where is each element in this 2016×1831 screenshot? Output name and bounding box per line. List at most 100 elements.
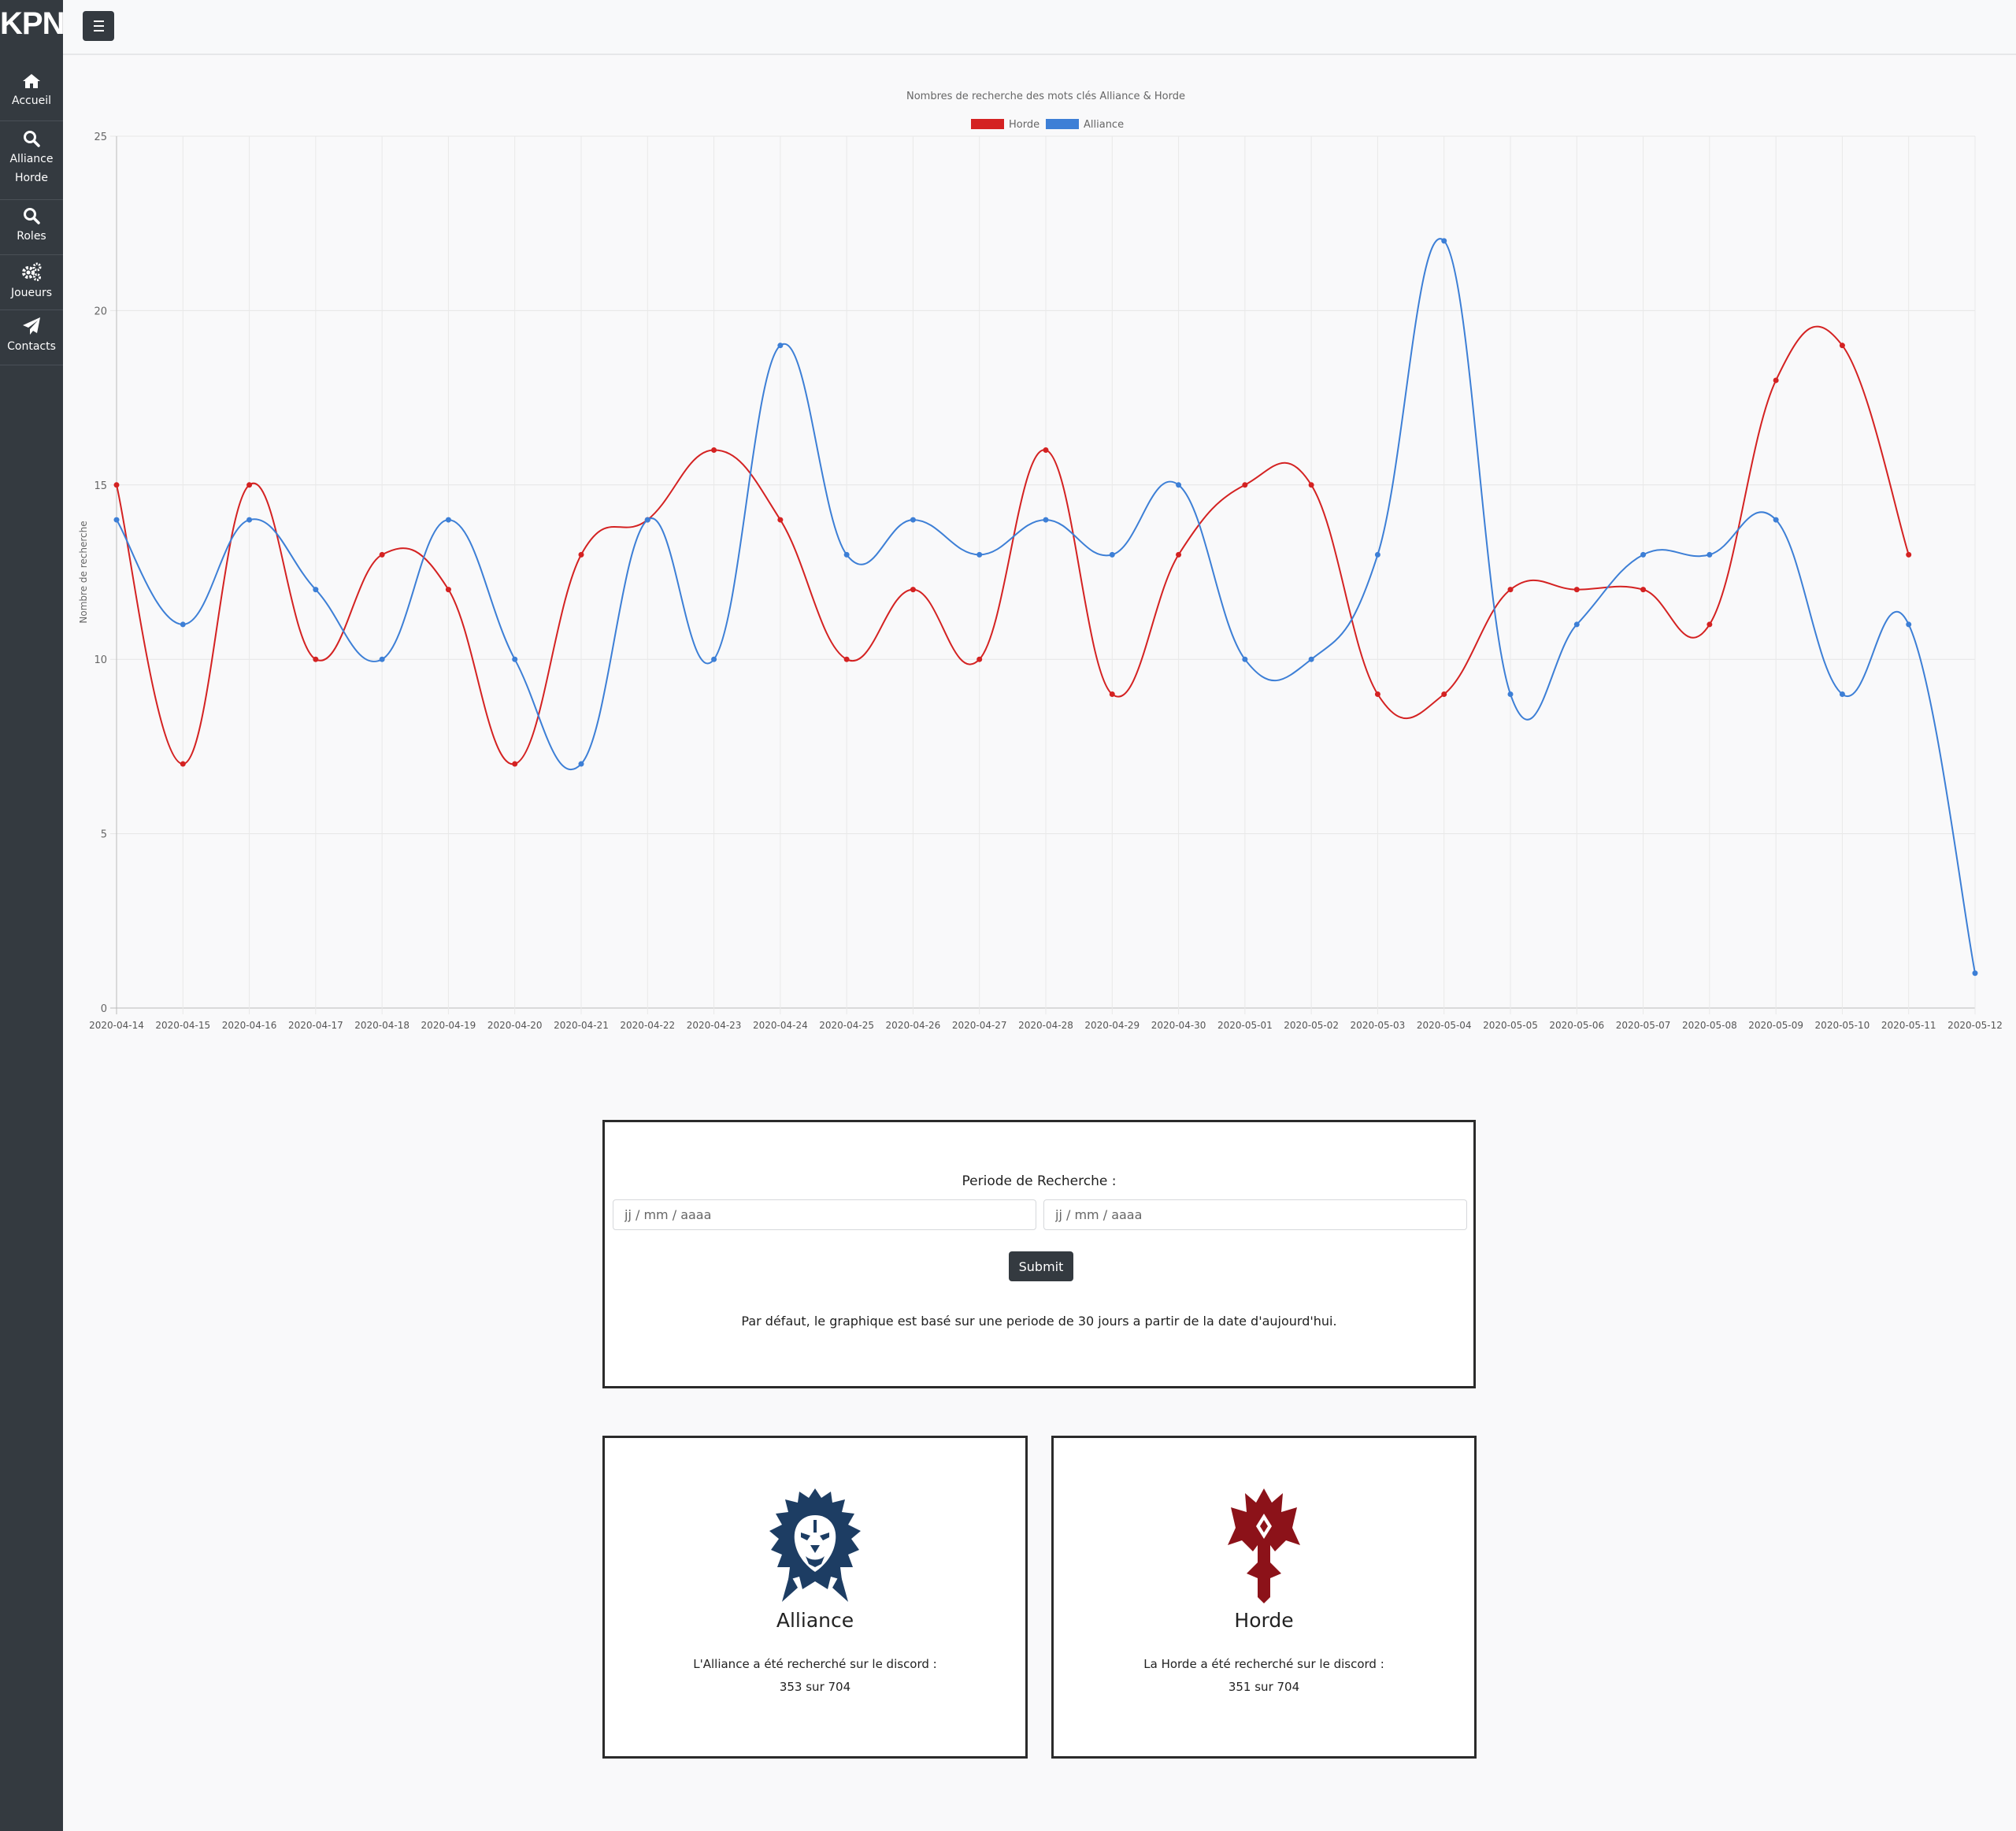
data-point-alliance — [843, 551, 850, 558]
search-icon — [24, 208, 40, 224]
submit-button[interactable]: Submit — [1009, 1251, 1073, 1281]
y-tick-label: 25 — [94, 132, 107, 143]
topbar — [63, 0, 2016, 55]
sidebar-item-joueurs[interactable]: Joueurs — [0, 261, 63, 310]
data-point-alliance — [246, 517, 253, 523]
x-tick-label: 2020-04-20 — [487, 1020, 543, 1031]
data-point-alliance — [976, 551, 983, 558]
x-tick-label: 2020-04-15 — [155, 1020, 210, 1031]
alliance-card: Alliance L'Alliance a été recherché sur … — [602, 1436, 1028, 1759]
search-chart: Nombres de recherche des mots clés Allia… — [78, 91, 2003, 1031]
sidebar-item-label: Accueil — [12, 95, 51, 107]
x-tick-label: 2020-04-16 — [222, 1020, 277, 1031]
data-point-alliance — [1773, 517, 1779, 523]
data-point-alliance — [777, 343, 784, 349]
data-point-alliance — [1441, 238, 1447, 244]
data-point-horde — [1839, 343, 1845, 349]
data-point-alliance — [180, 621, 186, 628]
x-tick-label: 2020-05-05 — [1483, 1020, 1538, 1031]
data-point-alliance — [1640, 551, 1647, 558]
sidebar-item-accueil[interactable]: Accueil — [0, 72, 63, 121]
x-tick-label: 2020-04-22 — [620, 1020, 675, 1031]
home-icon — [23, 74, 40, 88]
data-point-alliance — [1507, 691, 1514, 697]
data-point-alliance — [113, 517, 120, 523]
legend-swatch-alliance — [1046, 119, 1079, 129]
data-point-horde — [843, 656, 850, 662]
data-point-alliance — [1906, 621, 1912, 628]
data-point-horde — [180, 761, 186, 767]
period-label: Periode de Recherche : — [962, 1173, 1117, 1189]
data-point-horde — [1640, 587, 1647, 593]
data-point-horde — [512, 761, 518, 767]
data-point-alliance — [445, 517, 451, 523]
data-point-horde — [1441, 691, 1447, 697]
x-tick-label: 2020-04-26 — [886, 1020, 941, 1031]
y-tick-label: 5 — [101, 829, 107, 841]
x-tick-label: 2020-04-27 — [952, 1020, 1007, 1031]
start-date-input[interactable] — [613, 1199, 1036, 1230]
x-tick-label: 2020-04-19 — [421, 1020, 476, 1031]
data-point-horde — [1707, 621, 1713, 628]
sidebar-item-label: Alliance Horde — [9, 153, 54, 184]
data-point-alliance — [1109, 551, 1115, 558]
x-tick-label: 2020-04-24 — [753, 1020, 808, 1031]
brand-logo[interactable]: KPN — [0, 6, 65, 42]
sidebar-item-label: Contacts — [7, 340, 56, 353]
data-point-alliance — [1839, 691, 1845, 697]
x-tick-label: 2020-04-18 — [354, 1020, 410, 1031]
x-tick-label: 2020-04-30 — [1151, 1020, 1206, 1031]
data-point-horde — [1573, 587, 1580, 593]
alliance-lion-icon — [769, 1488, 861, 1602]
sidebar-item-label: Joueurs — [10, 287, 53, 299]
alliance-search-text: L'Alliance a été recherché sur le discor… — [693, 1657, 937, 1671]
data-point-alliance — [711, 656, 717, 662]
data-point-horde — [313, 656, 319, 662]
data-point-horde — [1176, 551, 1182, 558]
x-tick-label: 2020-05-02 — [1284, 1020, 1339, 1031]
x-tick-label: 2020-05-11 — [1881, 1020, 1936, 1031]
data-point-alliance — [644, 517, 650, 523]
x-tick-label: 2020-05-04 — [1417, 1020, 1472, 1031]
data-point-horde — [1507, 587, 1514, 593]
chart-title: Nombres de recherche des mots clés Allia… — [906, 91, 1185, 102]
sidebar-toggle-button[interactable] — [83, 11, 114, 41]
period-default-note: Par défaut, le graphique est basé sur un… — [741, 1314, 1337, 1329]
sidebar-item-alliance-horde[interactable]: Alliance Horde — [0, 129, 63, 200]
sidebar-item-contacts[interactable]: Contacts — [0, 317, 63, 365]
data-point-alliance — [578, 761, 584, 767]
data-point-alliance — [1374, 551, 1380, 558]
x-tick-label: 2020-05-01 — [1217, 1020, 1273, 1031]
data-point-alliance — [1308, 656, 1314, 662]
alliance-search-stat: L'Alliance a été recherché sur le discor… — [605, 1653, 1025, 1699]
data-point-alliance — [1176, 482, 1182, 488]
horde-title: Horde — [1234, 1609, 1294, 1632]
hamburger-icon — [94, 20, 104, 22]
sidebar-item-roles[interactable]: Roles — [0, 206, 63, 255]
y-tick-label: 20 — [94, 306, 107, 317]
x-tick-label: 2020-04-14 — [89, 1020, 144, 1031]
alliance-title: Alliance — [776, 1609, 854, 1632]
data-point-alliance — [1573, 621, 1580, 628]
data-point-horde — [246, 482, 253, 488]
x-tick-label: 2020-05-03 — [1351, 1020, 1406, 1031]
data-point-horde — [711, 447, 717, 454]
x-tick-label: 2020-04-29 — [1084, 1020, 1140, 1031]
horde-search-count: 351 sur 704 — [1228, 1680, 1300, 1694]
legend-label-horde: Horde — [1009, 119, 1040, 131]
y-axis-label: Nombre de recherche — [78, 521, 89, 623]
data-point-horde — [1308, 482, 1314, 488]
data-point-horde — [1374, 691, 1380, 697]
end-date-input[interactable] — [1043, 1199, 1467, 1230]
data-point-alliance — [1972, 970, 1978, 977]
data-point-alliance — [512, 656, 518, 662]
x-tick-label: 2020-04-23 — [687, 1020, 742, 1031]
data-point-horde — [113, 482, 120, 488]
x-tick-label: 2020-05-08 — [1682, 1020, 1737, 1031]
data-point-horde — [379, 551, 385, 558]
x-tick-label: 2020-04-28 — [1018, 1020, 1073, 1031]
x-tick-label: 2020-05-06 — [1549, 1020, 1604, 1031]
x-tick-label: 2020-04-17 — [288, 1020, 343, 1031]
gears-icon — [22, 262, 42, 281]
data-point-horde — [1906, 551, 1912, 558]
